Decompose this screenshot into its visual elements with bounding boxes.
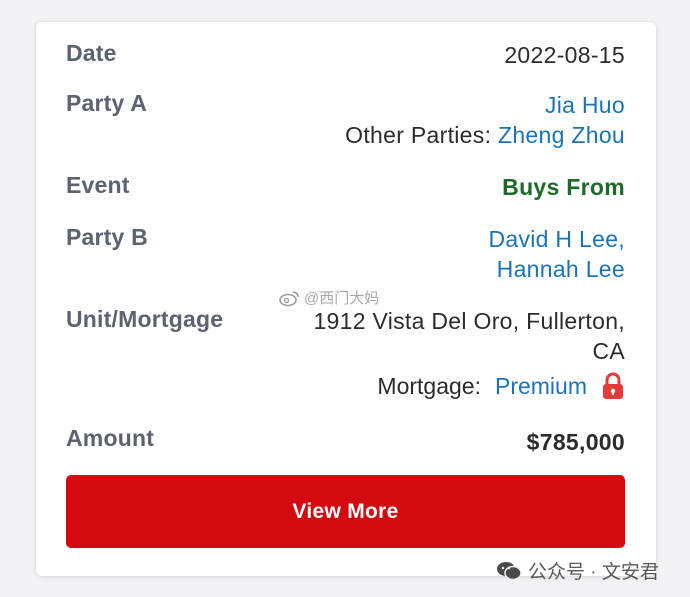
party-a-value: Jia Huo Other Parties: Zheng Zhou	[345, 90, 625, 150]
address-line-2: CA	[592, 338, 625, 364]
other-parties-prefix: Other Parties:	[345, 122, 492, 148]
party-a-label: Party A	[66, 90, 148, 116]
party-b-value: David H Lee, Hannah Lee	[488, 224, 625, 284]
party-b-link-2[interactable]: Hannah Lee	[497, 256, 625, 282]
date-value: 2022-08-15	[504, 42, 625, 68]
party-b-label: Party B	[66, 224, 148, 250]
bottom-watermark: 公众号 · 文安君	[496, 557, 659, 584]
unit-row: Unit/Mortgage 1912 Vista Del Oro, Fuller…	[66, 306, 625, 370]
party-a-row: Party A Jia Huo Other Parties: Zheng Zho…	[66, 90, 625, 154]
amount-row: Amount $785,000	[66, 425, 625, 459]
event-row: Event Buys From	[66, 172, 625, 204]
mortgage-row: Mortgage: Premium	[66, 372, 625, 406]
event-value: Buys From	[502, 174, 625, 200]
mortgage-line: Mortgage: Premium	[377, 372, 625, 400]
center-watermark-text: @西门大妈	[304, 290, 380, 307]
amount-value: $785,000	[526, 429, 625, 455]
wechat-icon	[496, 560, 522, 582]
party-b-row: Party B David H Lee, Hannah Lee	[66, 224, 625, 288]
other-parties-link[interactable]: Zheng Zhou	[498, 122, 625, 148]
event-label: Event	[66, 172, 130, 198]
amount-label: Amount	[66, 425, 155, 451]
party-a-link[interactable]: Jia Huo	[545, 92, 625, 118]
mortgage-premium-link[interactable]: Premium	[495, 373, 587, 400]
date-row: Date 2022-08-15	[66, 40, 625, 72]
bottom-watermark-text: 公众号 · 文安君	[528, 562, 659, 583]
weibo-icon	[278, 289, 300, 307]
address-value: 1912 Vista Del Oro, Fullerton, CA	[313, 306, 625, 366]
party-b-link-1[interactable]: David H Lee,	[488, 226, 625, 252]
view-more-button[interactable]: View More	[66, 475, 625, 548]
lock-icon[interactable]	[601, 372, 625, 400]
mortgage-prefix: Mortgage:	[377, 372, 481, 399]
unit-label: Unit/Mortgage	[66, 306, 224, 332]
center-watermark: @西门大妈	[278, 287, 379, 308]
address-line-1: 1912 Vista Del Oro, Fullerton,	[313, 308, 625, 334]
date-label: Date	[66, 40, 117, 66]
